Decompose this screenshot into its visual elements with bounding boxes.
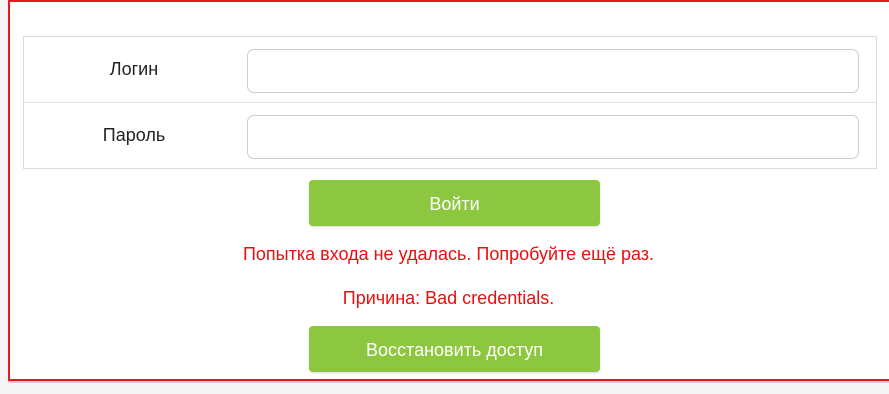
- password-input[interactable]: [247, 115, 859, 159]
- password-row: Пароль: [24, 103, 876, 168]
- error-reason: Причина: Bad credentials.: [342, 288, 555, 308]
- password-label: Пароль: [102, 125, 166, 145]
- login-button[interactable]: Войти: [309, 180, 600, 226]
- panel-shadow: [8, 381, 889, 383]
- recover-access-button[interactable]: Восстановить доступ: [309, 326, 600, 372]
- error-message: Попытка входа не удалась. Попробуйте ещё…: [242, 244, 655, 264]
- login-input[interactable]: [247, 49, 859, 93]
- login-label: Логин: [109, 59, 159, 79]
- login-form-table: Логин Пароль: [23, 36, 877, 169]
- login-row: Логин: [24, 37, 876, 103]
